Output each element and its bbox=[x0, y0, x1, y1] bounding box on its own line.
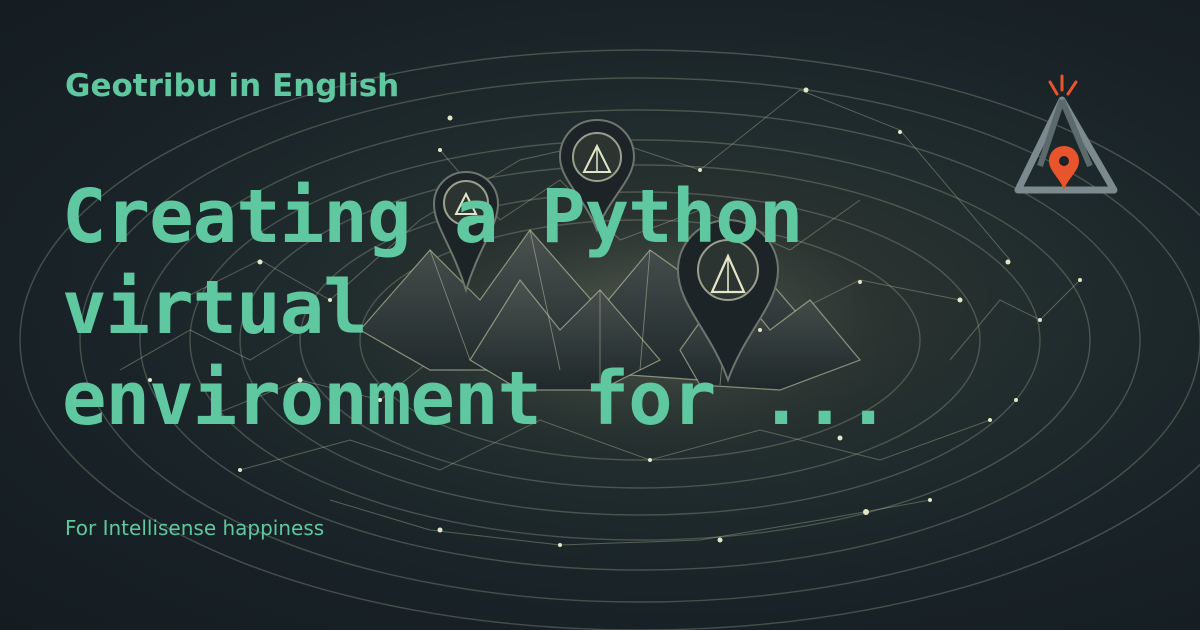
article-title-line: Creating a Python bbox=[62, 174, 803, 260]
article-subtitle: For Intellisense happiness bbox=[65, 516, 325, 540]
article-title-line: virtual bbox=[62, 265, 368, 351]
geotribu-logo-icon bbox=[1014, 74, 1118, 194]
site-name: Geotribu in English bbox=[65, 68, 400, 104]
social-card: Geotribu in English Creating a Python vi… bbox=[0, 0, 1200, 630]
article-title-line: environment for ... bbox=[62, 356, 890, 442]
article-title: Creating a Python virtual environment fo… bbox=[62, 172, 890, 445]
